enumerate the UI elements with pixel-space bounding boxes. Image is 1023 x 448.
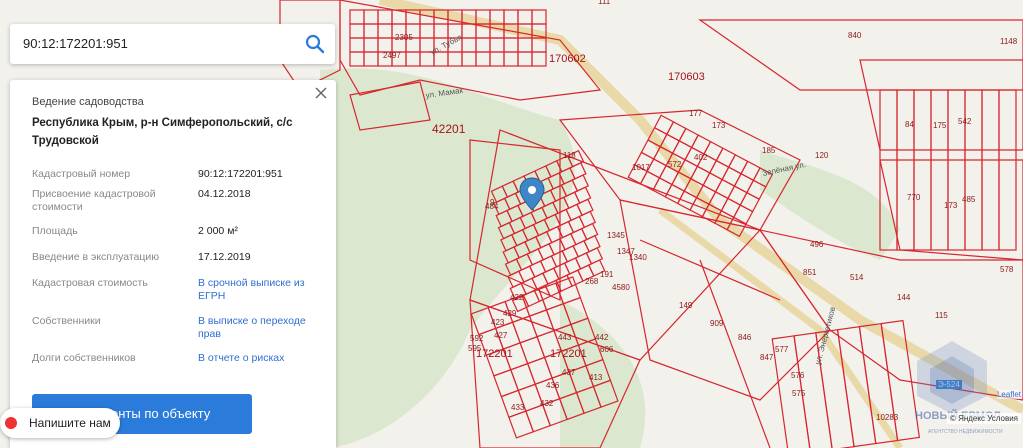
- parcel-address: Республика Крым, р-н Симферопольский, с/…: [32, 117, 293, 147]
- map-attribution[interactable]: © Яндекс Условия: [946, 413, 1021, 424]
- chat-icon: [5, 417, 17, 429]
- parcel-number-label: 578: [1000, 265, 1014, 274]
- parcel-number-label: 1340: [629, 253, 647, 262]
- parcel-number-label: 840: [848, 31, 862, 40]
- parcel-number-label: 84: [905, 120, 914, 129]
- parcel-number-label: 111: [598, 0, 611, 6]
- parcel-number-label: 1345: [607, 231, 625, 240]
- parcel-number-label: 576: [791, 371, 805, 380]
- parcel-number-label: 185: [762, 146, 776, 155]
- info-row-label: Введение в эксплуатацию: [32, 251, 160, 263]
- parcel-number-label: 120: [815, 151, 829, 160]
- cadastral-block-label: 172201: [476, 348, 513, 360]
- cadastral-block-label: 42201: [432, 122, 466, 136]
- info-row-value: 04.12.2018: [198, 188, 251, 200]
- parcel-number-label: 4580: [612, 283, 630, 292]
- chat-label: Напишите нам: [29, 416, 111, 430]
- parcel-number-label: 10283: [876, 413, 899, 422]
- parcel-number-label: 909: [710, 319, 724, 328]
- parcel-number-label: 413: [589, 373, 603, 382]
- parcel-number-label: 851: [803, 268, 817, 277]
- parcel-number-label: 2305: [395, 33, 413, 42]
- parcel-number-label: 422: [510, 293, 524, 302]
- info-row-label: Долги собственников: [32, 352, 136, 364]
- parcel-number-label: 436: [546, 381, 560, 390]
- parcel-number-label: 770: [907, 193, 921, 202]
- parcel-number-label: 595: [468, 344, 482, 353]
- parcel-number-label: 1017: [632, 163, 650, 172]
- parcel-number-label: 485: [962, 195, 976, 204]
- parcel-number-label: 177: [689, 109, 703, 118]
- parcel-number-label: 542: [958, 117, 972, 126]
- parcel-number-label: 402: [694, 153, 708, 162]
- parcel-number-label: 149: [679, 301, 693, 310]
- info-row-label: Собственники: [32, 315, 101, 327]
- parcel-number-label: 9: [490, 198, 495, 207]
- parcel-number-label: 115: [935, 311, 948, 320]
- parcel-number-label: 514: [850, 273, 864, 282]
- parcel-number-label: 606: [600, 345, 614, 354]
- info-row-label: Кадастровая стоимость: [32, 277, 148, 289]
- info-row-link[interactable]: В отчете о рисках: [198, 352, 322, 365]
- parcel-number-label: 268: [585, 277, 599, 286]
- cadastral-block-label: 170602: [549, 53, 586, 65]
- parcel-number-label: 577: [775, 345, 789, 354]
- info-row-label: Площадь: [32, 225, 78, 237]
- leaflet-attribution[interactable]: Leaflet: [996, 390, 1021, 399]
- parcel-info-panel: Ведение садоводства Республика Крым, р-н…: [10, 80, 336, 448]
- search-icon[interactable]: [303, 32, 327, 56]
- parcel-number-label: 191: [600, 270, 614, 279]
- parcel-number-label: 423: [491, 318, 505, 327]
- info-row-link[interactable]: В срочной выписке из ЕГРН: [198, 277, 322, 303]
- cadastral-block-label: 170603: [668, 71, 705, 83]
- search-input[interactable]: 90:12:172201:951: [23, 36, 128, 51]
- parcel-number-label: 427: [494, 331, 508, 340]
- info-row-value: 90:12:172201:951: [198, 168, 283, 180]
- parcel-number-label: 437: [562, 368, 576, 377]
- parcel-number-label: 118: [563, 151, 576, 160]
- parcel-number-label: 433: [511, 403, 525, 412]
- info-row-link[interactable]: В выписке о переходе прав: [198, 315, 322, 341]
- parcel-number-label: 175: [933, 121, 947, 130]
- chat-button[interactable]: Напишите нам: [0, 408, 120, 438]
- info-row-value: 17.12.2019: [198, 251, 251, 263]
- parcel-number-label: 144: [897, 293, 911, 302]
- parcel-number-label: 173: [712, 121, 726, 130]
- parcel-number-label: 592: [470, 334, 484, 343]
- cadastral-block-label: 172201: [550, 348, 587, 360]
- parcel-number-label: 575: [792, 389, 806, 398]
- parcel-number-label: 572: [668, 160, 682, 169]
- info-row-value: 2 000 м²: [198, 225, 238, 237]
- parcel-number-label: 847: [760, 353, 774, 362]
- close-icon[interactable]: [313, 85, 329, 101]
- watermark-subtitle: АГЕНТСТВО НЕДВИЖИМОСТИ: [928, 429, 1003, 435]
- parcel-number-label: 432: [540, 399, 554, 408]
- parcel-number-label: 2497: [383, 51, 401, 60]
- info-row-label: Присвоение кадастровой стоимости: [32, 188, 156, 213]
- parcel-number-label: 496: [810, 240, 824, 249]
- parcel-number-label: 443: [558, 333, 572, 342]
- parcel-number-label: 846: [738, 333, 752, 342]
- parcel-number-label: 429: [503, 309, 517, 318]
- parcel-number-label: 173: [944, 201, 958, 210]
- parcel-type: Ведение садоводства: [32, 96, 144, 108]
- parcel-number-label: 1148: [1000, 37, 1018, 46]
- info-row-label: Кадастровый номер: [32, 168, 131, 180]
- search-bar: 90:12:172201:951: [10, 24, 335, 64]
- parcel-number-label: 442: [595, 333, 609, 342]
